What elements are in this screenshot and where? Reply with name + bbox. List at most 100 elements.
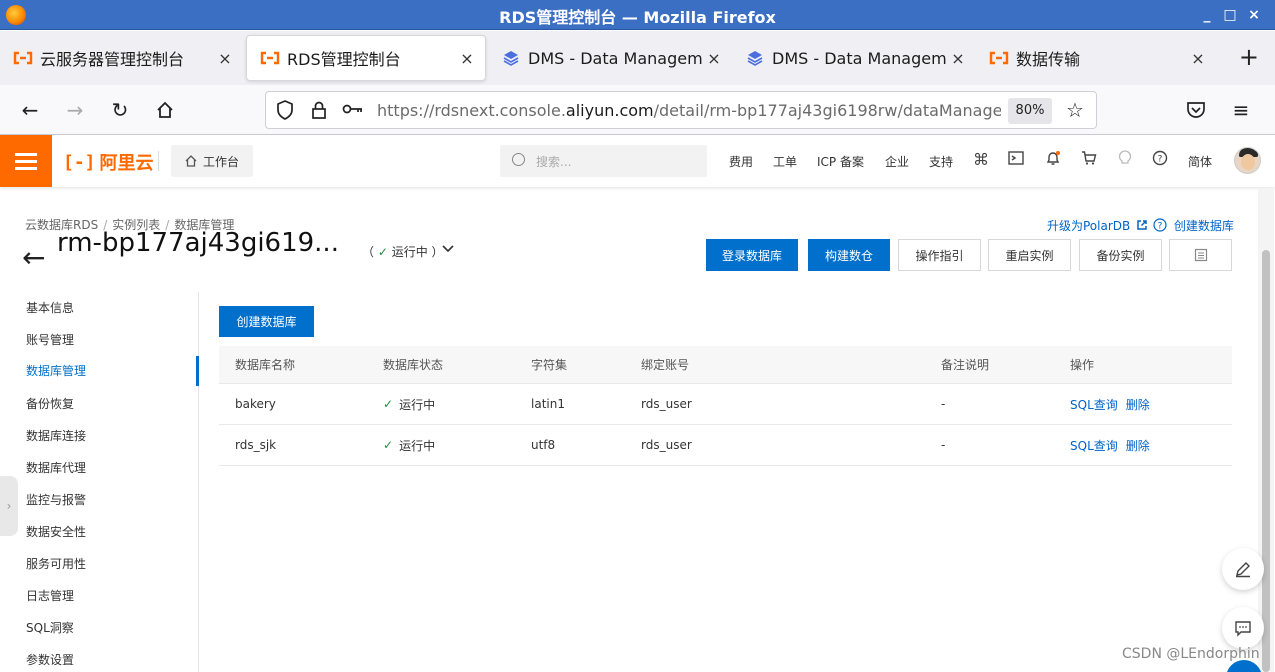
tab-label: RDS管理控制台 bbox=[287, 50, 401, 69]
cloudshell-icon[interactable]: ⌘ bbox=[971, 150, 991, 169]
table-row: bakery ✓ 运行中 latin1 rds_user - SQL查询 删除 bbox=[219, 384, 1232, 425]
zoom-level-indicator[interactable]: 80% bbox=[1008, 98, 1052, 124]
reload-button[interactable]: ↻ bbox=[107, 97, 133, 123]
cart-icon[interactable] bbox=[1079, 150, 1099, 170]
db-status-label: 运行中 bbox=[399, 438, 436, 453]
operation-guide-button[interactable]: 操作指引 bbox=[898, 239, 981, 271]
notification-bell-icon[interactable] bbox=[1043, 150, 1063, 170]
instance-title: rm-bp177aj43gi619... bbox=[57, 228, 339, 258]
tab-rds-console[interactable]: RDS管理控制台 × bbox=[246, 35, 486, 81]
backup-instance-button[interactable]: 备份实例 bbox=[1079, 239, 1162, 271]
db-status-label: 运行中 bbox=[399, 397, 436, 412]
instance-status-label: 运行中 bbox=[391, 245, 428, 259]
workbench-button[interactable]: 工作台 bbox=[171, 145, 253, 177]
header-link-enterprise[interactable]: 企业 bbox=[885, 153, 909, 170]
sidebar-item-sql-insight[interactable]: SQL洞察 bbox=[26, 619, 74, 636]
active-indicator bbox=[196, 356, 199, 386]
sidebar-item-monitoring[interactable]: 监控与报警 bbox=[26, 491, 86, 508]
check-icon: ✓ bbox=[383, 397, 394, 411]
sidebar-item-parameters[interactable]: 参数设置 bbox=[26, 651, 74, 668]
edit-feedback-button[interactable] bbox=[1222, 548, 1264, 590]
aliyun-logo-icon: [-] bbox=[63, 151, 96, 173]
divider bbox=[158, 151, 159, 171]
sidebar-item-security[interactable]: 数据安全性 bbox=[26, 523, 86, 540]
sidebar-item-databases[interactable]: 数据库管理 bbox=[26, 362, 86, 379]
header-link-billing[interactable]: 费用 bbox=[729, 153, 753, 170]
db-status-cell: ✓ 运行中 bbox=[383, 425, 435, 465]
tab-close-button[interactable]: × bbox=[1186, 49, 1210, 68]
pocket-icon[interactable] bbox=[1183, 97, 1209, 123]
lightbulb-icon[interactable] bbox=[1115, 150, 1135, 170]
close-window-button[interactable]: × bbox=[1243, 4, 1265, 26]
back-arrow-icon[interactable]: ← bbox=[22, 244, 45, 272]
tab-dms-1[interactable]: DMS - Data Manageme × bbox=[488, 35, 732, 81]
tab-close-button[interactable]: × bbox=[702, 49, 726, 68]
page-scrollbar[interactable] bbox=[1258, 188, 1274, 672]
back-button[interactable]: ← bbox=[17, 97, 43, 123]
sidebar-collapse-handle[interactable]: › bbox=[0, 476, 18, 536]
aliyun-favicon-icon bbox=[260, 51, 280, 65]
login-database-button[interactable]: 登录数据库 bbox=[706, 239, 798, 271]
aliyun-favicon-icon bbox=[989, 51, 1009, 65]
minimize-button[interactable]: _ bbox=[1196, 4, 1218, 26]
lock-icon[interactable] bbox=[308, 100, 330, 122]
maximize-button[interactable]: □ bbox=[1219, 4, 1241, 26]
chevron-down-icon[interactable] bbox=[442, 241, 454, 257]
bookmark-star-icon[interactable]: ☆ bbox=[1066, 98, 1084, 122]
sidebar-item-basic-info[interactable]: 基本信息 bbox=[26, 299, 74, 316]
tab-close-button[interactable]: × bbox=[213, 49, 237, 68]
new-tab-button[interactable]: + bbox=[1239, 45, 1259, 69]
help-icon[interactable]: ? bbox=[1150, 150, 1170, 170]
charset-cell: utf8 bbox=[531, 438, 556, 452]
create-database-button[interactable]: 创建数据库 bbox=[219, 306, 314, 337]
sidebar-item-backup[interactable]: 备份恢复 bbox=[26, 395, 74, 412]
column-header-name: 数据库名称 bbox=[235, 358, 296, 372]
table-header: 数据库名称 数据库状态 字符集 绑定账号 备注说明 操作 bbox=[219, 346, 1232, 384]
sql-query-link[interactable]: SQL查询 bbox=[1070, 437, 1118, 454]
scrollbar-thumb[interactable] bbox=[1262, 250, 1270, 672]
sql-query-link[interactable]: SQL查询 bbox=[1070, 396, 1118, 413]
tab-dms-2[interactable]: DMS - Data Manageme × bbox=[732, 35, 976, 81]
tab-close-button[interactable]: × bbox=[455, 49, 479, 68]
svg-text:?: ? bbox=[1158, 222, 1163, 232]
instance-sidebar bbox=[0, 292, 199, 672]
sidebar-item-proxy[interactable]: 数据库代理 bbox=[26, 459, 86, 476]
url-text[interactable]: https://rdsnext.console.aliyun.com/detai… bbox=[377, 101, 1001, 120]
header-link-icp[interactable]: ICP 备案 bbox=[817, 153, 864, 170]
menu-hamburger-icon[interactable] bbox=[0, 135, 52, 187]
tab-label: DMS - Data Manageme bbox=[772, 48, 946, 68]
upgrade-polardb-link[interactable]: 升级为PolarDB bbox=[1047, 217, 1148, 234]
sidebar-item-logs[interactable]: 日志管理 bbox=[26, 587, 74, 604]
url-bar[interactable]: https://rdsnext.console.aliyun.com/detai… bbox=[265, 91, 1097, 129]
tab-close-button[interactable]: × bbox=[946, 49, 970, 68]
header-link-support[interactable]: 支持 bbox=[929, 153, 953, 170]
sidebar-item-availability[interactable]: 服务可用性 bbox=[26, 555, 86, 572]
sidebar-item-accounts[interactable]: 账号管理 bbox=[26, 331, 74, 348]
more-actions-button[interactable] bbox=[1169, 239, 1232, 271]
tab-data-transfer[interactable]: 数据传输 × bbox=[976, 35, 1216, 81]
user-avatar[interactable] bbox=[1234, 147, 1261, 174]
shield-icon[interactable] bbox=[274, 100, 296, 122]
charset-cell: latin1 bbox=[531, 397, 565, 411]
header-link-tickets[interactable]: 工单 bbox=[773, 153, 797, 170]
tab-ecs-console[interactable]: 云服务器管理控制台 × bbox=[0, 35, 243, 81]
key-icon[interactable] bbox=[342, 100, 364, 122]
chat-support-button[interactable] bbox=[1222, 607, 1264, 649]
sidebar-item-connection[interactable]: 数据库连接 bbox=[26, 427, 86, 444]
build-warehouse-button[interactable]: 构建数仓 bbox=[808, 239, 890, 271]
column-header-account: 绑定账号 bbox=[641, 358, 690, 372]
restart-instance-button[interactable]: 重启实例 bbox=[988, 239, 1071, 271]
language-switch[interactable]: 简体 bbox=[1188, 153, 1212, 170]
create-database-link[interactable]: ? 创建数据库 bbox=[1153, 217, 1234, 234]
check-icon: ✓ bbox=[377, 245, 388, 259]
console-search-input[interactable]: 搜索... bbox=[500, 145, 707, 177]
app-menu-icon[interactable]: ≡ bbox=[1228, 97, 1254, 123]
actions-cell: SQL查询 删除 bbox=[1070, 384, 1158, 424]
aliyun-logo[interactable]: [-] 阿里云 bbox=[63, 149, 154, 175]
forward-button[interactable]: → bbox=[62, 97, 88, 123]
delete-link[interactable]: 删除 bbox=[1126, 437, 1150, 454]
delete-link[interactable]: 删除 bbox=[1126, 396, 1150, 413]
instance-status: （ ✓ 运行中 ） bbox=[362, 245, 444, 259]
home-button[interactable] bbox=[152, 97, 178, 123]
terminal-icon[interactable] bbox=[1006, 150, 1026, 169]
